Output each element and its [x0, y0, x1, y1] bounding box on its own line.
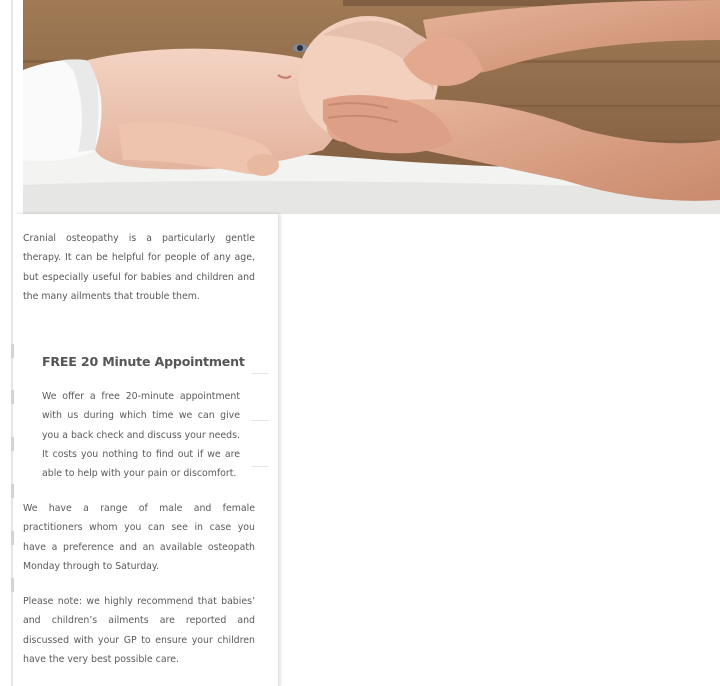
free-appointment-title: FREE 20 Minute Appointment	[42, 354, 245, 369]
box-divider	[252, 373, 268, 374]
intro-paragraph: Cranial osteopathy is a particularly gen…	[23, 233, 255, 302]
box-divider	[252, 466, 268, 467]
page: Cranial osteopathy is a particularly gen…	[0, 0, 720, 686]
gp-note-paragraph: Please note: we highly recommend that ba…	[23, 596, 255, 665]
practitioners-paragraph: We have a range of male and female pract…	[23, 503, 255, 572]
column-shadow	[278, 214, 280, 686]
hero-image	[23, 0, 720, 214]
box-divider	[252, 420, 268, 421]
free-appointment-text: We offer a free 20-minute appointment wi…	[42, 391, 240, 480]
baby-cranial-therapy-photo	[23, 0, 720, 214]
